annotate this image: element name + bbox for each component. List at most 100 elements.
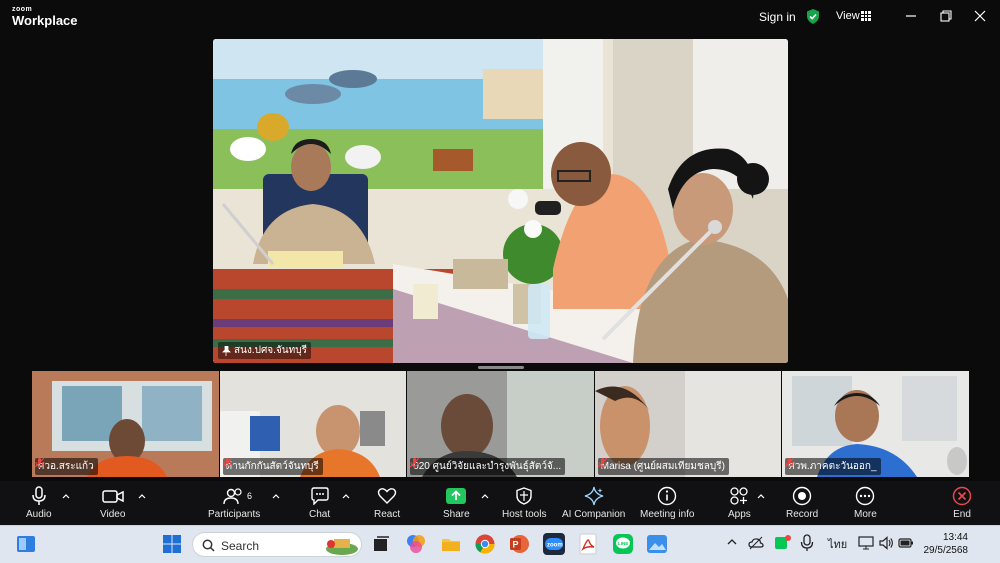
participant-tile[interactable]: Marisa (ศูนย์ผสมเทียมชลบุรี)	[594, 371, 782, 477]
show-hidden-icons[interactable]	[726, 536, 738, 548]
participant-name: 020 ศูนย์วิจัยและบำรุงพันธุ์สัตว์จั...	[413, 461, 562, 472]
taskbar-search[interactable]: Search	[192, 532, 362, 557]
end-button[interactable]: End	[952, 485, 972, 520]
muted-mic-icon	[785, 458, 795, 468]
shield-check-icon[interactable]	[806, 9, 820, 24]
clock-date: 29/5/2568	[923, 545, 969, 556]
participant-strip: ศวอ.สระแก้ว ด่านกักกันสัตว์จันทบุรี 020 …	[32, 371, 969, 477]
end-call-icon	[952, 486, 972, 506]
search-icon	[202, 539, 215, 552]
copilot-icon[interactable]	[405, 533, 427, 555]
muted-mic-icon	[597, 458, 607, 468]
chevron-up-icon[interactable]	[272, 493, 280, 499]
windows-taskbar: Search P zoom LINE ไทย 13:44 29/5/2568	[0, 525, 1000, 563]
chevron-up-icon[interactable]	[342, 493, 350, 499]
record-icon	[792, 486, 812, 506]
more-button[interactable]: More	[854, 485, 877, 520]
chrome-icon[interactable]	[474, 533, 496, 555]
host-tools-button[interactable]: Host tools	[502, 485, 546, 520]
audio-button[interactable]: Audio	[26, 485, 52, 520]
sparkle-icon	[584, 486, 603, 506]
meeting-info-label: Meeting info	[640, 509, 695, 520]
zoom-logo: zoom Workplace	[12, 6, 78, 27]
clock-time: 13:44	[942, 532, 968, 543]
apps-button[interactable]: Apps	[728, 485, 751, 520]
record-button[interactable]: Record	[786, 485, 818, 520]
participant-label: ศวพ.ภาคตะวันออก_	[785, 458, 881, 475]
heart-icon	[377, 488, 397, 504]
participant-tile[interactable]: ศวอ.สระแก้ว	[32, 371, 219, 477]
system-clock[interactable]: 13:44 29/5/2568	[918, 531, 969, 557]
audio-label: Audio	[26, 509, 52, 520]
photos-icon[interactable]	[646, 533, 668, 555]
ai-companion-label: AI Companion	[562, 509, 626, 520]
participants-count: 6	[247, 491, 253, 501]
participant-name: Marisa (ศูนย์ผสมเทียมชลบุรี)	[600, 461, 725, 472]
react-label: React	[374, 509, 401, 520]
participant-tile[interactable]: ด่านกักกันสัตว์จันทบุรี	[219, 371, 407, 477]
chevron-up-icon[interactable]	[62, 493, 70, 499]
brand-big: Workplace	[12, 13, 78, 28]
ai-companion-button[interactable]: AI Companion	[562, 485, 625, 520]
cloud-icon[interactable]	[748, 535, 764, 551]
video-camera-icon	[101, 490, 124, 503]
battery-icon[interactable]	[898, 536, 914, 550]
powerpoint-icon[interactable]: P	[508, 533, 530, 555]
chevron-up-icon[interactable]	[481, 493, 489, 499]
minimize-icon[interactable]	[903, 8, 919, 24]
title-bar: zoom Workplace Sign in View	[0, 0, 1000, 34]
chevron-up-icon[interactable]	[757, 493, 765, 499]
video-button[interactable]: Video	[100, 485, 125, 520]
view-button[interactable]: View	[836, 10, 860, 22]
participant-label: ด่านกักกันสัตว์จันทบุรี	[222, 458, 323, 475]
windows-start-icon[interactable]	[161, 533, 183, 555]
shield-icon	[516, 487, 532, 505]
acrobat-icon[interactable]	[577, 533, 599, 555]
participant-tile[interactable]: ศวพ.ภาคตะวันออก_	[782, 371, 969, 477]
zoom-app-icon[interactable]: zoom	[543, 533, 565, 555]
resize-handle[interactable]	[478, 366, 524, 369]
more-label: More	[854, 509, 877, 520]
widgets-icon[interactable]	[15, 533, 37, 555]
share-button[interactable]: Share	[443, 485, 470, 520]
participants-button[interactable]: Participants	[208, 485, 260, 520]
participant-label: Marisa (ศูนย์ผสมเทียมชลบุรี)	[597, 458, 729, 475]
muted-mic-icon	[35, 458, 44, 468]
meeting-info-button[interactable]: Meeting info	[640, 485, 694, 520]
main-video-name: สนง.ปศจ.จันทบุรี	[234, 345, 307, 356]
main-video-label: สนง.ปศจ.จันทบุรี	[218, 342, 311, 359]
meet-tray-icon[interactable]	[774, 534, 792, 552]
task-view-icon[interactable]	[370, 533, 392, 555]
record-label: Record	[786, 509, 819, 520]
sign-in-button[interactable]: Sign in	[759, 10, 796, 24]
search-placeholder: Search	[221, 539, 260, 553]
line-app-icon[interactable]: LINE	[612, 533, 634, 555]
main-video-scene	[213, 39, 788, 363]
chat-icon	[310, 487, 329, 505]
restore-icon[interactable]	[938, 8, 954, 24]
participant-name: ศวอ.สระแก้ว	[38, 461, 94, 472]
search-highlight-icon	[326, 539, 358, 555]
microphone-tray-icon[interactable]	[800, 534, 814, 552]
chat-button[interactable]: Chat	[309, 485, 330, 520]
info-icon	[658, 486, 677, 506]
svg-text:P: P	[513, 540, 519, 550]
participant-label: 020 ศูนย์วิจัยและบำรุงพันธุ์สัตว์จั...	[410, 458, 566, 475]
more-icon	[856, 486, 875, 506]
chevron-up-icon[interactable]	[138, 493, 146, 499]
react-button[interactable]: React	[374, 485, 400, 520]
participant-name: ด่านกักกันสัตว์จันทบุรี	[225, 461, 319, 472]
main-video[interactable]: สนง.ปศจ.จันทบุรี	[213, 39, 788, 363]
meeting-toolbar: Audio Video Participants Chat React Shar…	[0, 481, 1000, 525]
brand-small: zoom	[12, 6, 33, 13]
participants-icon	[223, 488, 242, 505]
file-explorer-icon[interactable]	[440, 533, 462, 555]
display-icon[interactable]	[858, 535, 874, 551]
close-icon[interactable]	[972, 8, 988, 24]
participant-tile[interactable]: 020 ศูนย์วิจัยและบำรุงพันธุ์สัตว์จั...	[407, 371, 594, 477]
apps-label: Apps	[728, 509, 751, 520]
grid-view-icon[interactable]	[861, 11, 871, 21]
language-indicator[interactable]: ไทย	[828, 535, 847, 553]
microphone-icon	[32, 486, 46, 505]
volume-icon[interactable]	[878, 535, 894, 551]
